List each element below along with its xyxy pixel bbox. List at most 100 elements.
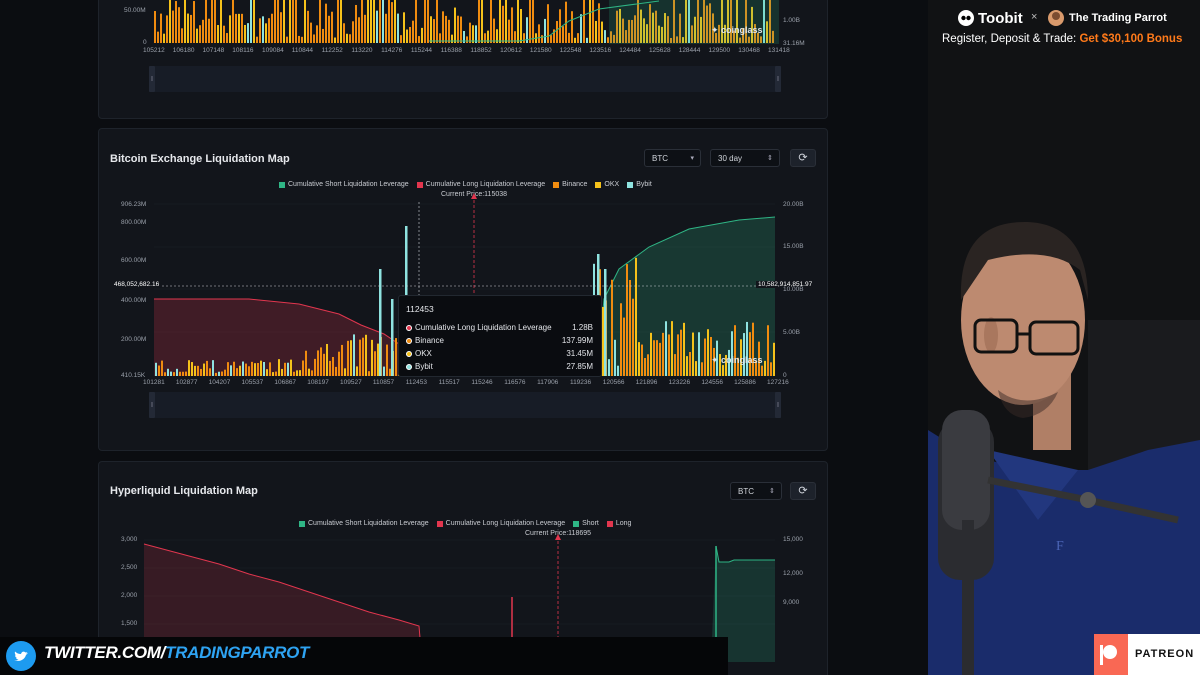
liquidation-bar <box>665 321 667 376</box>
liquidation-bar <box>355 4 357 43</box>
liquidation-bar <box>541 35 543 43</box>
x-tick-label: 110844 <box>291 47 314 54</box>
x-tick-label: 108116 <box>232 47 254 54</box>
liquidation-bar <box>746 321 748 376</box>
tooltip-price: 112453 <box>406 304 434 314</box>
liquidation-bar <box>245 363 247 376</box>
y-tick-label: 400.00M <box>121 297 147 304</box>
liquidation-bar <box>571 11 573 43</box>
x-tick-label: 106180 <box>172 47 195 54</box>
liquidation-bar <box>361 0 363 43</box>
liquidation-bar <box>172 10 174 43</box>
liquidation-bar <box>653 340 655 376</box>
liquidation-bar <box>338 351 340 376</box>
liquidation-bar <box>235 13 237 43</box>
x-tick-label: 104207 <box>208 379 231 386</box>
liquidation-bar <box>307 10 309 43</box>
liquidation-bar <box>454 7 456 43</box>
liquidation-bar <box>466 36 468 43</box>
liquidation-bar <box>250 0 252 44</box>
x-tick-label: 108197 <box>307 379 329 386</box>
liquidation-bar <box>481 0 483 43</box>
top-zoom-slider[interactable]: || || <box>149 66 781 92</box>
liquidation-bar <box>280 12 282 43</box>
y-tick-label: 410.15K <box>121 372 146 379</box>
y-tick-label: 2,000 <box>121 592 138 599</box>
liquidation-bar <box>335 366 337 376</box>
liquidation-bar <box>344 368 346 376</box>
slider-handle-left[interactable]: || <box>149 392 155 418</box>
liquidation-bar <box>230 365 232 376</box>
liquidation-bar <box>620 303 622 376</box>
liquidation-bar <box>346 33 348 43</box>
sponsor-cta: Register, Deposit & Trade: Get $30,100 B… <box>942 33 1183 45</box>
x-tick-label: 127216 <box>767 379 789 386</box>
y-right-tick-label: 15.00B <box>783 243 804 250</box>
liquidation-bar <box>170 371 172 376</box>
liquidation-bar <box>347 340 349 376</box>
liquidation-bar <box>686 356 688 376</box>
liquidation-bar <box>157 31 159 43</box>
liquidation-bar <box>254 363 256 376</box>
slider-handle-right[interactable]: || <box>775 392 781 418</box>
liquidation-bar <box>259 18 261 43</box>
liquidation-bar <box>722 365 724 376</box>
liquidation-bar <box>475 25 477 43</box>
x-tick-label: 123516 <box>589 47 612 54</box>
liquidation-bar <box>266 369 268 376</box>
liquidation-bar <box>215 372 217 376</box>
liquidation-bar <box>289 0 291 43</box>
x-tick-label: 102877 <box>175 379 198 386</box>
liquidation-bar <box>550 35 552 43</box>
liquidation-bar <box>277 0 279 43</box>
liquidation-bar <box>364 14 366 43</box>
liquidation-bar <box>601 21 603 43</box>
liquidation-bar <box>224 369 226 376</box>
x-tick-label: 118852 <box>470 47 492 54</box>
liquidation-bar <box>317 350 319 376</box>
coinglass-watermark: ✦ coinglass <box>711 355 763 365</box>
x-tick-label: 121896 <box>635 379 658 386</box>
liquidation-bar <box>278 359 280 376</box>
liquidation-bar <box>251 361 253 376</box>
liquidation-bar <box>284 362 286 376</box>
liquidation-bar <box>583 0 585 44</box>
exchange-zoom-slider[interactable]: || || <box>149 392 781 418</box>
x-tick-label: 129500 <box>708 47 731 54</box>
liquidation-bar <box>395 338 397 376</box>
liquidation-bar <box>580 14 582 43</box>
liquidation-bar <box>203 363 205 376</box>
liquidation-bar <box>328 15 330 43</box>
liquidation-bar <box>188 360 190 376</box>
liquidation-bar <box>680 329 682 376</box>
liquidation-bar <box>377 343 379 376</box>
liquidation-bar <box>182 371 184 376</box>
liquidation-bar <box>484 33 486 43</box>
liquidation-bar <box>508 19 510 43</box>
x-tick-label: 130468 <box>738 47 760 54</box>
liquidation-bar <box>493 18 495 43</box>
liquidation-bar <box>356 366 358 376</box>
liquidation-bar <box>193 1 195 43</box>
liquidation-bar <box>734 325 736 376</box>
liquidation-bar <box>229 15 231 43</box>
liquidation-bar <box>310 22 312 43</box>
x-tick-label: 125628 <box>648 47 671 54</box>
liquidation-bar <box>287 362 289 376</box>
x-tick-label: 122548 <box>559 47 582 54</box>
slider-handle-left[interactable]: || <box>149 66 155 92</box>
liquidation-bar <box>326 343 328 376</box>
webcam-feed: F <box>928 0 1200 675</box>
liquidation-bar <box>325 3 327 43</box>
liquidation-bar <box>386 344 388 376</box>
slider-handle-right[interactable]: || <box>775 66 781 92</box>
chart-tooltip: 112453 Cumulative Long Liquidation Lever… <box>398 295 602 377</box>
liquidation-bar <box>239 365 241 376</box>
liquidation-bar <box>197 365 199 376</box>
liquidation-bar <box>212 360 214 376</box>
x-tick-label: 113220 <box>351 47 373 54</box>
liquidation-bar <box>472 25 474 43</box>
liquidation-bar <box>629 279 631 376</box>
liquidation-bar <box>331 11 333 43</box>
liquidation-bar <box>154 11 156 43</box>
